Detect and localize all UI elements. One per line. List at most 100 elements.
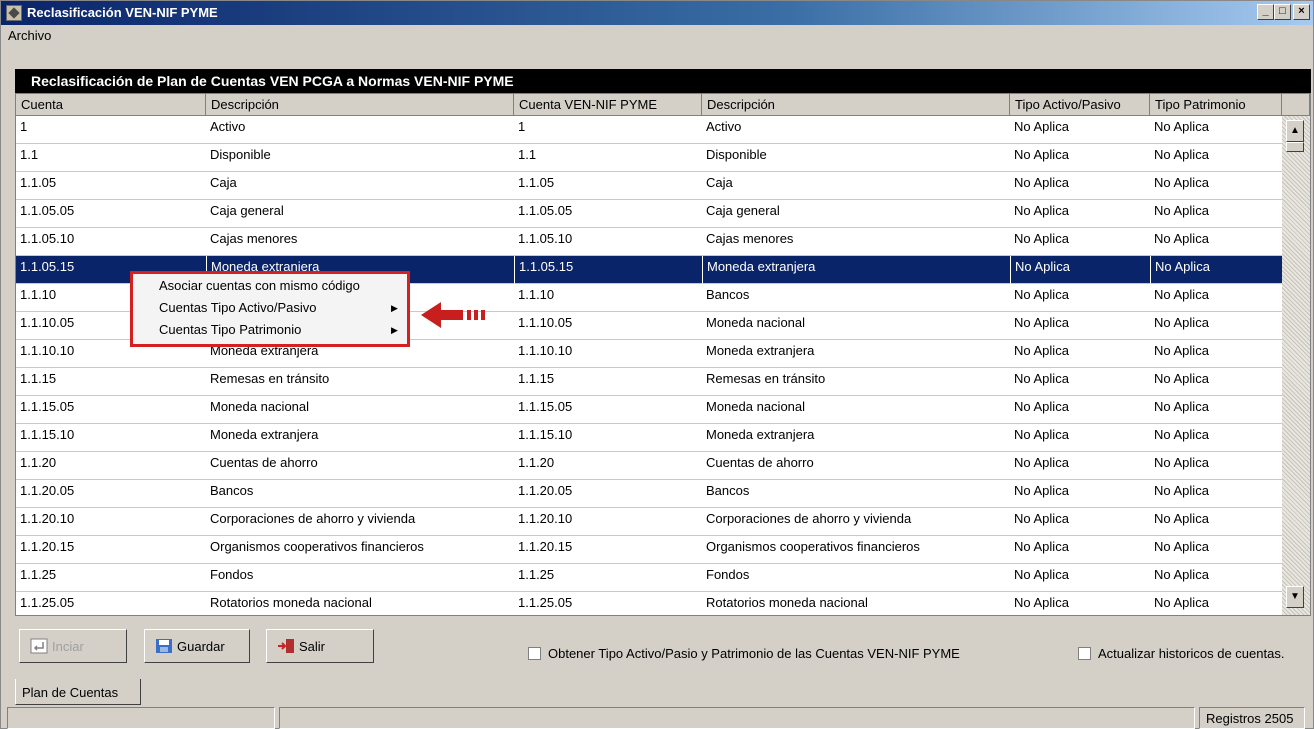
cell-tipo-patrimonio[interactable]: No Aplica	[1150, 424, 1282, 452]
cell-tipo-patrimonio[interactable]: No Aplica	[1150, 312, 1282, 340]
guardar-button[interactable]: Guardar	[144, 629, 250, 663]
cell-cuenta-ven-nif[interactable]: 1.1.05.10	[514, 228, 702, 256]
obtener-tipo-checkbox[interactable]: Obtener Tipo Activo/Pasio y Patrimonio d…	[528, 646, 960, 661]
cell-tipo-activo-pasivo[interactable]: No Aplica	[1010, 116, 1150, 144]
cell-descripcion[interactable]: Moneda extranjera	[206, 424, 514, 452]
cell-tipo-patrimonio[interactable]: No Aplica	[1150, 508, 1282, 536]
cell-cuenta[interactable]: 1.1.20.05	[16, 480, 206, 508]
cell-tipo-activo-pasivo[interactable]: No Aplica	[1010, 200, 1150, 228]
cell-descripcion-ven-nif[interactable]: Corporaciones de ahorro y vivienda	[702, 508, 1010, 536]
cell-tipo-patrimonio[interactable]: No Aplica	[1150, 228, 1282, 256]
tab-plan-de-cuentas[interactable]: Plan de Cuentas	[15, 679, 141, 705]
column-header-tipo-activo-pasivo[interactable]: Tipo Activo/Pasivo	[1010, 94, 1150, 116]
cell-cuenta[interactable]: 1.1.20	[16, 452, 206, 480]
cell-tipo-activo-pasivo[interactable]: No Aplica	[1010, 592, 1150, 615]
scroll-thumb[interactable]	[1286, 142, 1304, 152]
cell-tipo-activo-pasivo[interactable]: No Aplica	[1010, 228, 1150, 256]
cell-descripcion-ven-nif[interactable]: Moneda nacional	[702, 312, 1010, 340]
cell-tipo-patrimonio[interactable]: No Aplica	[1150, 592, 1282, 615]
cell-descripcion-ven-nif[interactable]: Moneda nacional	[702, 396, 1010, 424]
table-row[interactable]: 1.1.05 Caja 1.1.05 Caja No Aplica No Aplica	[16, 172, 1282, 200]
cell-tipo-patrimonio[interactable]: No Aplica	[1150, 284, 1282, 312]
cell-tipo-activo-pasivo[interactable]: No Aplica	[1010, 424, 1150, 452]
cell-descripcion[interactable]: Remesas en tránsito	[206, 368, 514, 396]
cell-cuenta[interactable]: 1.1.15	[16, 368, 206, 396]
column-header-cuenta-ven-nif[interactable]: Cuenta VEN-NIF PYME	[514, 94, 702, 116]
cell-tipo-patrimonio[interactable]: No Aplica	[1150, 172, 1282, 200]
cell-tipo-activo-pasivo[interactable]: No Aplica	[1010, 480, 1150, 508]
cell-tipo-patrimonio[interactable]: No Aplica	[1150, 116, 1282, 144]
table-row[interactable]: 1.1.20.05 Bancos 1.1.20.05 Bancos No Aplica N…	[16, 480, 1282, 508]
cell-cuenta[interactable]: 1.1.05.10	[16, 228, 206, 256]
table-row[interactable]: 1.1.20.15 Organismos cooperativos financi…	[16, 536, 1282, 564]
cell-cuenta[interactable]: 1.1.15.10	[16, 424, 206, 452]
cell-tipo-activo-pasivo[interactable]: No Aplica	[1010, 368, 1150, 396]
cell-cuenta-ven-nif[interactable]: 1.1.15	[514, 368, 702, 396]
cell-cuenta-ven-nif[interactable]: 1.1.20	[514, 452, 702, 480]
cell-descripcion-ven-nif[interactable]: Cajas menores	[702, 228, 1010, 256]
cell-tipo-activo-pasivo[interactable]: No Aplica	[1010, 284, 1150, 312]
cell-tipo-activo-pasivo[interactable]: No Aplica	[1010, 340, 1150, 368]
cell-cuenta[interactable]: 1	[16, 116, 206, 144]
cell-tipo-patrimonio[interactable]: No Aplica	[1150, 340, 1282, 368]
cell-cuenta-ven-nif[interactable]: 1.1	[514, 144, 702, 172]
table-row[interactable]: 1.1.15 Remesas en tránsito 1.1.15 Remesas e…	[16, 368, 1282, 396]
cell-tipo-patrimonio[interactable]: No Aplica	[1150, 144, 1282, 172]
checkbox-box[interactable]	[528, 647, 541, 660]
cell-cuenta-ven-nif[interactable]: 1.1.20.15	[514, 536, 702, 564]
table-row[interactable]: 1.1.05.10 Cajas menores 1.1.05.10 Cajas men…	[16, 228, 1282, 256]
accounts-grid[interactable]: Cuenta Descripción Cuenta VEN-NIF PYME D…	[15, 93, 1311, 616]
cell-descripcion[interactable]: Corporaciones de ahorro y vivienda	[206, 508, 514, 536]
cell-cuenta[interactable]: 1.1.20.10	[16, 508, 206, 536]
cell-descripcion[interactable]: Bancos	[206, 480, 514, 508]
cell-cuenta-ven-nif[interactable]: 1.1.10.10	[514, 340, 702, 368]
cell-descripcion[interactable]: Cajas menores	[206, 228, 514, 256]
actualizar-historicos-checkbox[interactable]: Actualizar historicos de cuentas.	[1078, 646, 1284, 661]
cell-tipo-activo-pasivo[interactable]: No Aplica	[1010, 452, 1150, 480]
cell-cuenta[interactable]: 1.1.25.05	[16, 592, 206, 615]
menu-item-asociar-cuentas[interactable]: Asociar cuentas con mismo código	[159, 278, 360, 293]
cell-descripcion-ven-nif[interactable]: Fondos	[702, 564, 1010, 592]
salir-button[interactable]: Salir	[266, 629, 374, 663]
cell-cuenta-ven-nif[interactable]: 1.1.05	[514, 172, 702, 200]
cell-tipo-activo-pasivo[interactable]: No Aplica	[1010, 536, 1150, 564]
cell-tipo-activo-pasivo[interactable]: No Aplica	[1010, 144, 1150, 172]
cell-descripcion[interactable]: Caja	[206, 172, 514, 200]
table-row[interactable]: 1.1.15.05 Moneda nacional 1.1.15.05 Moneda …	[16, 396, 1282, 424]
cell-tipo-patrimonio[interactable]: No Aplica	[1150, 256, 1282, 284]
table-row[interactable]: 1.1.20 Cuentas de ahorro 1.1.20 Cuentas de …	[16, 452, 1282, 480]
cell-cuenta[interactable]: 1.1	[16, 144, 206, 172]
cell-descripcion[interactable]: Moneda nacional	[206, 396, 514, 424]
cell-tipo-patrimonio[interactable]: No Aplica	[1150, 452, 1282, 480]
cell-cuenta-ven-nif[interactable]: 1	[514, 116, 702, 144]
cell-tipo-patrimonio[interactable]: No Aplica	[1150, 536, 1282, 564]
table-row[interactable]: 1.1.25 Fondos 1.1.25 Fondos No Aplica No Apli…	[16, 564, 1282, 592]
cell-descripcion-ven-nif[interactable]: Caja	[702, 172, 1010, 200]
table-row[interactable]: 1.1.25.05 Rotatorios moneda nacional 1.1.2…	[16, 592, 1282, 615]
menu-archivo[interactable]: Archivo	[8, 28, 51, 43]
cell-descripcion[interactable]: Caja general	[206, 200, 514, 228]
cell-descripcion-ven-nif[interactable]: Moneda extranjera	[702, 424, 1010, 452]
cell-cuenta-ven-nif[interactable]: 1.1.05.05	[514, 200, 702, 228]
cell-tipo-activo-pasivo[interactable]: No Aplica	[1010, 396, 1150, 424]
cell-descripcion[interactable]: Organismos cooperativos financieros	[206, 536, 514, 564]
column-header-descripcion[interactable]: Descripción	[206, 94, 514, 116]
cell-cuenta-ven-nif[interactable]: 1.1.25	[514, 564, 702, 592]
table-row[interactable]: 1.1.05.05 Caja general 1.1.05.05 Caja gener…	[16, 200, 1282, 228]
cell-tipo-activo-pasivo[interactable]: No Aplica	[1010, 312, 1150, 340]
cell-descripcion-ven-nif[interactable]: Remesas en tránsito	[702, 368, 1010, 396]
cell-descripcion-ven-nif[interactable]: Organismos cooperativos financieros	[702, 536, 1010, 564]
table-row[interactable]: 1.1.15.10 Moneda extranjera 1.1.15.10 Moned…	[16, 424, 1282, 452]
cell-tipo-patrimonio[interactable]: No Aplica	[1150, 480, 1282, 508]
cell-descripcion-ven-nif[interactable]: Moneda extranjera	[702, 256, 1010, 284]
cell-descripcion-ven-nif[interactable]: Cuentas de ahorro	[702, 452, 1010, 480]
cell-cuenta-ven-nif[interactable]: 1.1.10	[514, 284, 702, 312]
cell-cuenta-ven-nif[interactable]: 1.1.15.05	[514, 396, 702, 424]
cell-tipo-activo-pasivo[interactable]: No Aplica	[1010, 172, 1150, 200]
cell-cuenta-ven-nif[interactable]: 1.1.10.05	[514, 312, 702, 340]
cell-cuenta[interactable]: 1.1.15.05	[16, 396, 206, 424]
cell-descripcion-ven-nif[interactable]: Bancos	[702, 480, 1010, 508]
cell-tipo-activo-pasivo[interactable]: No Aplica	[1010, 508, 1150, 536]
column-header-tipo-patrimonio[interactable]: Tipo Patrimonio	[1150, 94, 1282, 116]
cell-cuenta[interactable]: 1.1.05.05	[16, 200, 206, 228]
